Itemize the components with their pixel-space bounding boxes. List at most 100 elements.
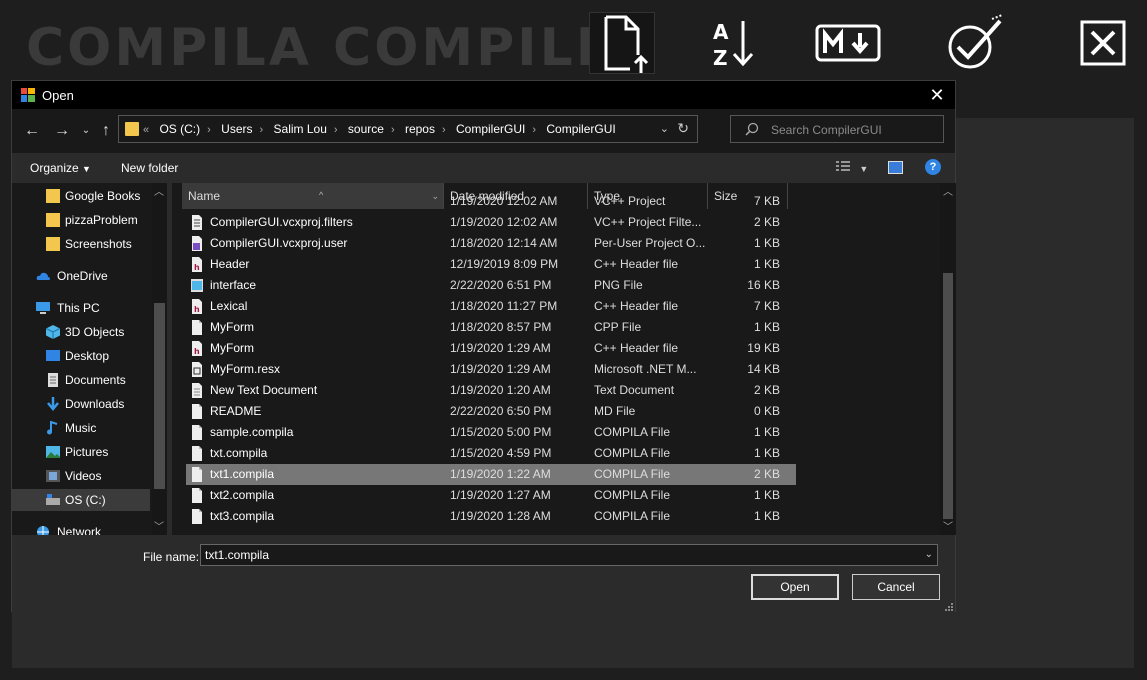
sidebar-item-music[interactable]: Music <box>12 417 150 439</box>
open-file-dialog: Open ✕ ← → ⌄ ↑ « OS (C:) › Users › Salim L… <box>11 80 956 613</box>
sidebar-item-network[interactable]: Network <box>12 521 150 535</box>
search-input[interactable]: Search CompilerGUI <box>730 115 944 143</box>
vcxproj-icon <box>192 236 202 251</box>
up-arrow-icon[interactable]: ↑ <box>96 121 116 141</box>
file-date: 1/15/2020 4:59 PM <box>450 446 552 460</box>
preview-pane-icon[interactable] <box>888 161 903 174</box>
sidebar-item-pictures[interactable]: Pictures <box>12 441 150 463</box>
file-type: COMPILA File <box>594 467 671 481</box>
column-header-name[interactable]: Name ^ ⌄ <box>182 183 444 209</box>
breadcrumb-item[interactable]: source <box>348 122 384 136</box>
open-button[interactable]: Open <box>751 574 839 600</box>
file-row[interactable]: txt1.compila 1/19/2020 1:22 AM COMPILA Fil… <box>186 464 796 485</box>
address-bar[interactable]: « OS (C:) › Users › Salim Lou › source › rep… <box>118 115 698 143</box>
file-size: 1 KB <box>753 446 780 460</box>
close-app-button[interactable] <box>1070 12 1136 74</box>
sidebar-item-documents[interactable]: Documents <box>12 369 150 391</box>
breadcrumb-overflow[interactable]: « <box>143 124 149 136</box>
sidebar-item-label: Pictures <box>65 445 109 459</box>
recent-locations-chevron-icon[interactable]: ⌄ <box>76 121 96 141</box>
help-icon[interactable]: ? <box>925 159 941 175</box>
column-header-size[interactable]: Size <box>708 183 788 209</box>
file-list: CompilerGUI.vcxproj1/19/2020 12:02 AMVC+… <box>172 183 956 535</box>
open-file-button[interactable] <box>589 12 655 74</box>
breadcrumb-item[interactable]: CompilerGUI <box>456 122 525 136</box>
file-icon <box>192 488 202 503</box>
file-size: 1 KB <box>753 320 780 334</box>
scroll-up-icon[interactable]: ︿ <box>943 183 953 198</box>
file-row[interactable]: MyForm 1/18/2020 8:57 PM CPP File 1 KB <box>186 317 796 338</box>
scroll-down-icon[interactable]: ﹀ <box>943 518 953 533</box>
file-name: README <box>210 404 262 418</box>
file-row[interactable]: txt2.compila 1/19/2020 1:27 AM COMPILA Fil… <box>186 485 796 506</box>
file-name: CompilerGUI.vcxproj.filters <box>210 215 353 229</box>
file-type: COMPILA File <box>594 488 671 502</box>
change-view-button[interactable]: ▼ <box>836 160 868 175</box>
sidebar-item-label: Videos <box>65 469 102 483</box>
scroll-up-icon[interactable]: ︿ <box>154 183 164 198</box>
column-header-date[interactable]: Date modified <box>444 183 588 209</box>
compile-button[interactable] <box>940 12 1006 74</box>
sidebar-scrollbar[interactable]: ︿ ﹀ <box>152 183 167 535</box>
file-size: 1 KB <box>753 425 780 439</box>
column-header-label: Size <box>714 189 738 203</box>
file-row[interactable]: txt.compila 1/15/2020 4:59 PM COMPILA File… <box>186 443 796 464</box>
forward-arrow-icon[interactable]: → <box>52 121 72 141</box>
file-name: New Text Document <box>210 383 318 397</box>
sidebar-item-os-c[interactable]: OS (C:) <box>12 489 150 511</box>
sort-button[interactable]: A Z <box>700 12 766 74</box>
file-row[interactable]: h MyForm 1/19/2020 1:29 AM C++ Header file 1… <box>186 338 796 359</box>
refresh-icon[interactable]: ↻ <box>677 120 689 137</box>
resize-grip-icon[interactable] <box>944 602 953 611</box>
sidebar-item-this-pc[interactable]: This PC <box>12 297 150 319</box>
file-row[interactable]: h Lexical 1/18/2020 11:27 PM C++ Header fil… <box>186 296 796 317</box>
new-folder-button[interactable]: New folder <box>121 161 178 175</box>
file-date: 1/15/2020 5:00 PM <box>450 425 552 439</box>
breadcrumb-item[interactable]: repos <box>405 122 435 136</box>
sidebar-item-videos[interactable]: Videos <box>12 465 150 487</box>
file-row[interactable]: h Header 12/19/2019 8:09 PM C++ Header file… <box>186 254 796 275</box>
file-date: 1/19/2020 1:29 AM <box>450 362 551 376</box>
sidebar-item-label: Network <box>57 525 102 535</box>
svg-text:h: h <box>194 305 200 314</box>
chevron-down-icon[interactable]: ⌄ <box>925 545 933 565</box>
file-row[interactable]: CompilerGUI.vcxproj.filters 1/19/2020 12:… <box>186 212 796 233</box>
file-row[interactable]: README 2/22/2020 6:50 PM MD File 0 KB <box>186 401 796 422</box>
scroll-down-icon[interactable]: ﹀ <box>154 518 164 533</box>
sidebar-item-3d-objects[interactable]: 3D Objects <box>12 321 150 343</box>
address-dropdown-icon[interactable]: ⌄ <box>660 122 669 135</box>
chevron-down-icon: ▼ <box>859 164 869 174</box>
file-row[interactable]: interface 2/22/2020 6:51 PM PNG File 16 KB <box>186 275 796 296</box>
file-name-field[interactable]: txt1.compila ⌄ <box>200 544 938 566</box>
sidebar-item-google-books[interactable]: Google Books <box>12 185 150 207</box>
breadcrumb-item[interactable]: OS (C:) <box>159 122 200 136</box>
cancel-button[interactable]: Cancel <box>852 574 940 600</box>
breadcrumb-item[interactable]: CompilerGUI <box>546 122 615 136</box>
file-date: 2/22/2020 6:50 PM <box>450 404 552 418</box>
file-row[interactable]: sample.compila 1/15/2020 5:00 PM COMPILA F… <box>186 422 796 443</box>
sidebar-item-onedrive[interactable]: OneDrive <box>12 265 150 287</box>
file-list-scrollbar[interactable]: ︿ ﹀ <box>940 183 956 535</box>
back-arrow-icon[interactable]: ← <box>22 121 42 141</box>
file-row[interactable]: txt3.compila 1/19/2020 1:28 AM COMPILA Fil… <box>186 506 796 527</box>
file-row[interactable]: CompilerGUI.vcxproj.user 1/18/2020 12:14 … <box>186 233 796 254</box>
sidebar-item-pizzaproblem[interactable]: pizzaProblem <box>12 209 150 231</box>
organize-button[interactable]: Organize ▼ <box>30 161 91 175</box>
column-header-type[interactable]: Type <box>588 183 708 209</box>
file-icon <box>192 425 202 440</box>
column-header-label: Type <box>594 189 621 203</box>
scrollbar-thumb[interactable] <box>943 273 953 519</box>
sidebar-item-screenshots[interactable]: Screenshots <box>12 233 150 255</box>
dialog-close-button[interactable]: ✕ <box>927 85 947 105</box>
breadcrumb-item[interactable]: Users <box>221 122 252 136</box>
file-row[interactable]: MyForm.resx 1/19/2020 1:29 AM Microsoft .N… <box>186 359 796 380</box>
breadcrumb-item[interactable]: Salim Lou <box>274 122 327 136</box>
command-bar: Organize ▼ New folder ▼ ? <box>12 153 955 183</box>
markdown-download-icon <box>815 24 881 62</box>
sidebar-item-downloads[interactable]: Downloads <box>12 393 150 415</box>
markdown-button[interactable] <box>815 12 881 74</box>
sidebar-item-desktop[interactable]: Desktop <box>12 345 150 367</box>
sort-az-icon: A Z <box>713 20 754 70</box>
file-row[interactable]: New Text Document 1/19/2020 1:20 AM Text D… <box>186 380 796 401</box>
scrollbar-thumb[interactable] <box>154 303 165 489</box>
